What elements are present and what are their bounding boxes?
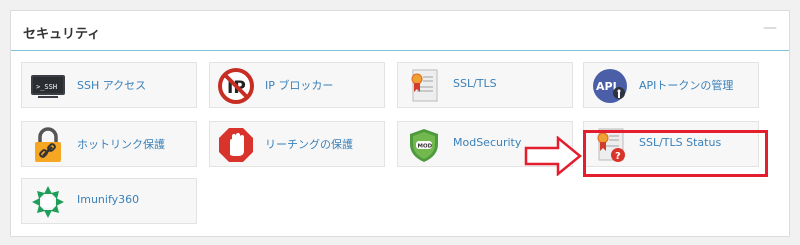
- tile-ip-blocker[interactable]: IP IP ブロッカー: [209, 62, 385, 108]
- tile-label: ModSecurity: [453, 136, 522, 149]
- panel-title: セキュリティ: [23, 27, 101, 42]
- tile-ssl-tls-status[interactable]: ? SSL/TLS Status: [583, 121, 759, 167]
- svg-text:>_SSH: >_SSH: [36, 83, 57, 91]
- imunify-icon: [30, 184, 66, 220]
- tile-ssh-access[interactable]: >_SSH SSH アクセス: [21, 62, 197, 108]
- tile-label: Imunify360: [77, 193, 140, 206]
- pointer-arrow-icon: [524, 135, 582, 177]
- mod-shield-icon: MOD: [406, 127, 442, 163]
- tile-imunify360[interactable]: Imunify360: [21, 178, 197, 224]
- tile-label: SSH アクセス: [77, 79, 147, 92]
- tile-api-tokens[interactable]: API APIトークンの管理: [583, 62, 759, 108]
- lock-link-icon: [30, 127, 66, 163]
- tile-label: SSL/TLS: [453, 77, 497, 90]
- tile-label: APIトークンの管理: [639, 79, 734, 92]
- security-panel: セキュリティ — >_SSH SSH アクセス IP IP ブロッカー: [10, 10, 790, 237]
- svg-text:MOD: MOD: [418, 144, 433, 150]
- api-token-icon: API: [592, 68, 628, 104]
- tile-ssl-tls[interactable]: SSL/TLS: [397, 62, 573, 108]
- panel-header: セキュリティ —: [11, 11, 789, 51]
- svg-text:?: ?: [615, 151, 621, 162]
- terminal-icon: >_SSH: [30, 68, 66, 104]
- certificate-status-icon: ?: [592, 127, 628, 163]
- tile-label: ホットリンク保護: [77, 138, 165, 151]
- certificate-icon: [406, 68, 442, 104]
- tile-label: SSL/TLS Status: [639, 136, 722, 149]
- collapse-button[interactable]: —: [763, 21, 777, 35]
- tile-leech-protection[interactable]: リーチングの保護: [209, 121, 385, 167]
- stop-hand-icon: [218, 127, 254, 163]
- tile-label: IP ブロッカー: [265, 79, 334, 92]
- tile-hotlink-protection[interactable]: ホットリンク保護: [21, 121, 197, 167]
- ip-blocker-icon: IP: [218, 68, 254, 104]
- tile-label: リーチングの保護: [265, 138, 353, 151]
